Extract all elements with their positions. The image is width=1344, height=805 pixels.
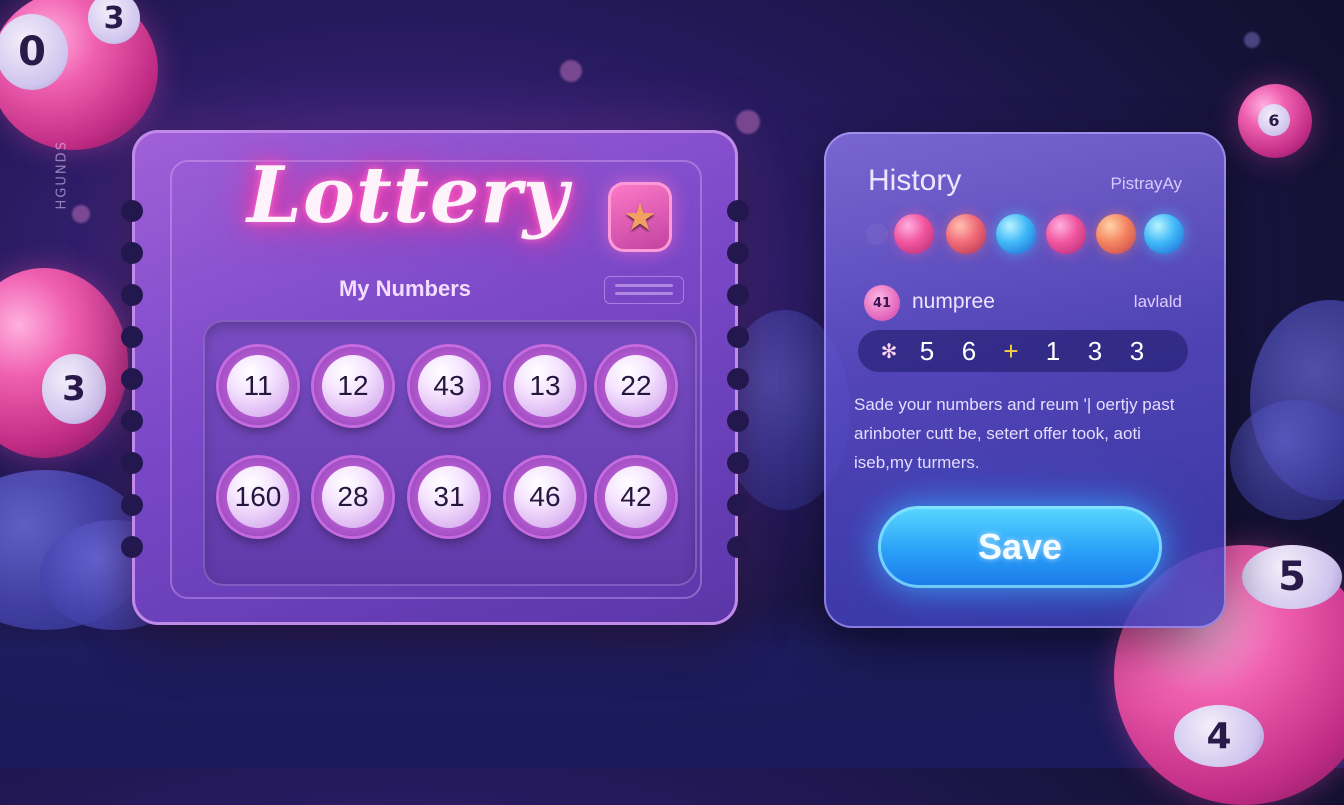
cloud-right-2 (1230, 400, 1344, 520)
save-button[interactable]: Save (878, 506, 1162, 588)
number-ball-label: 28 (322, 466, 384, 528)
number-ball[interactable]: 13 (506, 347, 584, 425)
number-ball[interactable]: 12 (314, 347, 392, 425)
history-ball (996, 214, 1036, 254)
number-ball-label: 31 (418, 466, 480, 528)
number-ball-label: 22 (605, 355, 667, 417)
sparkle-dot (72, 205, 90, 223)
number-ball[interactable]: 46 (506, 458, 584, 536)
star-icon: ★ (622, 195, 658, 239)
ticket-notch (121, 452, 143, 474)
history-description: Sade your numbers and reum '| oertjy pas… (854, 395, 1175, 472)
draw-plus: + (1003, 335, 1019, 366)
history-ball (1144, 214, 1184, 254)
sparkle-dot (736, 110, 760, 134)
ticket-notch (727, 368, 749, 390)
ticket-notch (727, 494, 749, 516)
decor-ball-label: 4 (1174, 705, 1264, 767)
history-title: History (868, 164, 962, 197)
number-ball[interactable]: 160 (219, 458, 297, 536)
draw-number: 3 (1087, 335, 1103, 366)
history-panel: History PistrayAy 41 numpree lavlald ✻ 5… (824, 132, 1226, 628)
ticket-notch (727, 284, 749, 306)
sparkle-icon: ✻ (880, 340, 898, 363)
star-badge-button[interactable]: ★ (608, 182, 672, 252)
history-header-link[interactable]: PistrayAy (1111, 174, 1183, 194)
decor-ball-top-left: 0 3 (0, 0, 158, 150)
number-ball-label: 42 (605, 466, 667, 528)
history-ball (1096, 214, 1136, 254)
decor-ball-left: 3 (0, 268, 128, 458)
ticket-notch (727, 242, 749, 264)
history-ball (1046, 214, 1086, 254)
ticket-notch (121, 368, 143, 390)
lottery-title: Lottery (247, 150, 569, 241)
ticket-notch (121, 284, 143, 306)
decor-ball-label: 6 (1258, 104, 1290, 136)
number-ball-label: 11 (227, 355, 289, 417)
number-ball-label: 46 (514, 466, 576, 528)
history-ball (894, 214, 934, 254)
sparkle-dot (1244, 32, 1260, 48)
number-ball-label: 43 (418, 355, 480, 417)
decor-ball-label: 3 (88, 0, 140, 44)
number-ball-label: 12 (322, 355, 384, 417)
number-ball-label: 13 (514, 355, 576, 417)
history-ball (946, 214, 986, 254)
my-numbers-heading: My Numbers (338, 276, 472, 301)
number-ball[interactable]: 11 (219, 347, 297, 425)
ticket-notch (121, 536, 143, 558)
history-entry-badge: 41 (864, 285, 900, 321)
history-ball-placeholder (866, 223, 888, 245)
ticket-barcode (604, 276, 684, 304)
ticket-notch (121, 242, 143, 264)
ticket-notch (727, 410, 749, 432)
decor-ball-top-right: 6 (1238, 84, 1312, 158)
number-ball[interactable]: 28 (314, 458, 392, 536)
sparkle-dot (560, 60, 582, 82)
number-ball[interactable]: 31 (410, 458, 488, 536)
decor-ball-label: 0 (0, 14, 68, 90)
number-ball[interactable]: 42 (597, 458, 675, 536)
ticket-notch (727, 452, 749, 474)
ticket-notch (121, 200, 143, 222)
ticket-notch (727, 326, 749, 348)
decor-ball-label: 5 (1242, 545, 1342, 609)
history-entry-name[interactable]: numpree (912, 290, 995, 314)
ticket-notch (727, 536, 749, 558)
ticket-side-code: HGUNDS (54, 140, 70, 210)
history-entry-status: lavlald (1133, 292, 1182, 311)
decor-ball-label: 3 (42, 354, 106, 424)
ticket-notch (121, 410, 143, 432)
draw-number: 3 (1129, 335, 1145, 366)
draw-number: 6 (961, 335, 977, 366)
number-ball[interactable]: 43 (410, 347, 488, 425)
draw-number: 1 (1045, 335, 1061, 366)
number-ball[interactable]: 22 (597, 347, 675, 425)
ticket-notch (121, 494, 143, 516)
ticket-notch (121, 326, 143, 348)
number-ball-label: 160 (227, 466, 289, 528)
ticket-notch (727, 200, 749, 222)
history-draw-row: ✻ 5 6 + 1 3 3 (858, 330, 1188, 372)
draw-number: 5 (919, 335, 935, 366)
